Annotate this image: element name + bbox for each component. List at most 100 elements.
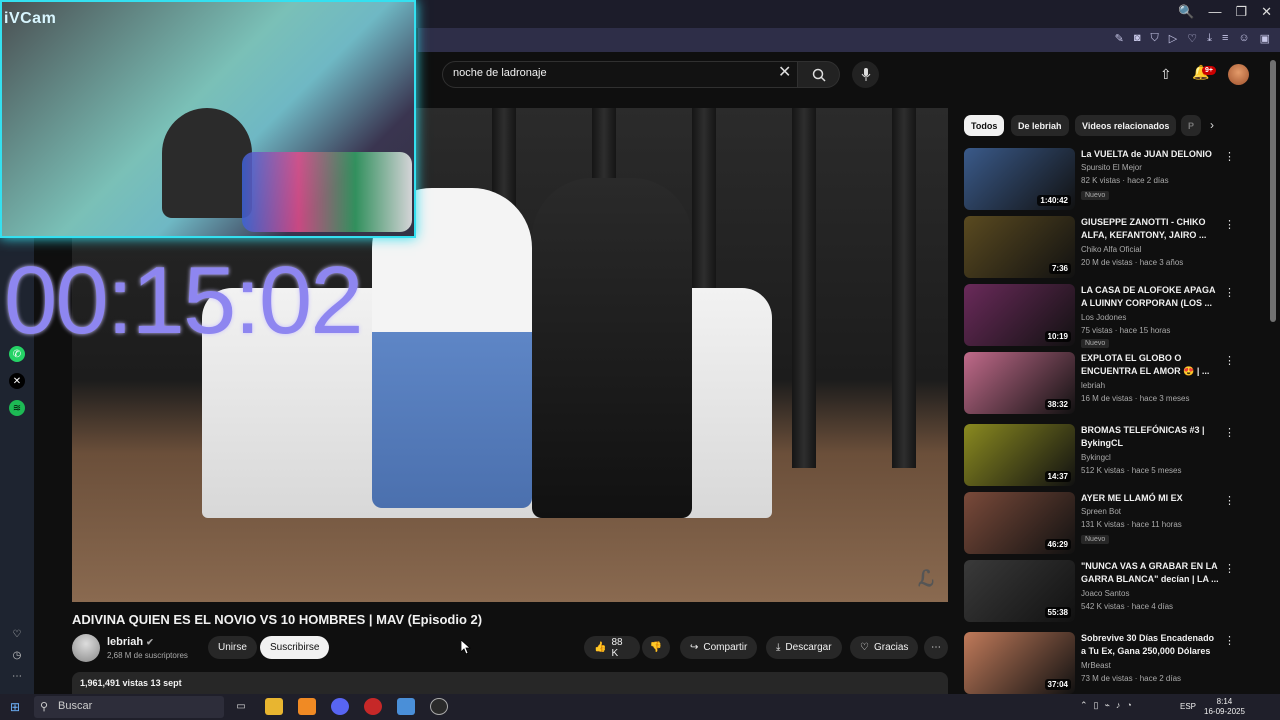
video-thumbnail[interactable]: 1:40:42 (964, 148, 1075, 210)
user-avatar[interactable] (1228, 64, 1249, 85)
search-icon[interactable]: 🔍 (1178, 4, 1194, 20)
taskbar-search[interactable]: Buscar (34, 696, 224, 718)
video-title[interactable]: AYER ME LLAMÓ MI EX (1081, 492, 1221, 505)
channel-name[interactable]: lebriah ✔ (107, 636, 154, 648)
more-icon[interactable]: ⋯ (9, 668, 25, 684)
streamer (162, 108, 252, 218)
subscribe-button[interactable]: Suscribirse (260, 636, 330, 659)
channel-name[interactable]: Spursito El Mejor (1081, 163, 1142, 172)
channel-name-text[interactable]: lebriah (107, 636, 143, 648)
file-explorer-icon[interactable] (265, 698, 283, 715)
search-button[interactable] (798, 61, 840, 88)
profile-icon[interactable]: ☺ (1238, 32, 1249, 45)
recommendation-item[interactable]: 37:04 Sobrevive 30 Días Encadenado a Tu E… (964, 632, 1264, 696)
video-thumbnail[interactable]: 55:38 (964, 560, 1075, 622)
subscriber-count: 2,68 M de suscriptores (107, 651, 188, 660)
video-title[interactable]: EXPLOTA EL GLOBO O ENCUENTRA EL AMOR 😍 |… (1081, 352, 1221, 378)
extension-icon[interactable]: ▣ (1260, 32, 1270, 45)
opera-icon[interactable] (364, 698, 382, 715)
channel-avatar[interactable] (72, 634, 100, 662)
dislike-button[interactable]: 👎 (642, 636, 670, 659)
channel-name[interactable]: lebriah (1081, 381, 1105, 390)
more-vert-icon[interactable]: ⋮ (1224, 562, 1235, 575)
more-vert-icon[interactable]: ⋮ (1224, 494, 1235, 507)
chip-from-channel[interactable]: De lebriah (1011, 115, 1069, 136)
spotify-icon[interactable]: ≋ (9, 400, 25, 416)
channel-name[interactable]: Joaco Santos (1081, 589, 1129, 598)
windows-start-icon[interactable]: ⊞ (10, 700, 20, 714)
chip-related[interactable]: Videos relacionados (1075, 115, 1177, 136)
video-duration: 14:37 (1044, 471, 1071, 482)
history-icon[interactable]: ◷ (9, 647, 25, 663)
language-indicator[interactable]: ESP (1180, 702, 1196, 711)
minimize-icon[interactable]: — (1208, 4, 1221, 20)
webcam-label: iVCam (4, 10, 57, 27)
channel-name[interactable]: Los Jodones (1081, 313, 1126, 322)
channel-name[interactable]: Chiko Alfa Oficial (1081, 245, 1141, 254)
upload-icon[interactable]: ⇧ (1160, 66, 1172, 83)
download-button[interactable]: ⤓ Descargar (766, 636, 842, 659)
more-vert-icon[interactable]: ⋮ (1224, 354, 1235, 367)
play-icon[interactable]: ▷ (1169, 32, 1177, 45)
more-vert-icon[interactable]: ⋮ (1224, 426, 1235, 439)
camera-icon[interactable]: ◙ (1134, 32, 1141, 45)
recommendation-item[interactable]: 38:32 EXPLOTA EL GLOBO O ENCUENTRA EL AMO… (964, 352, 1264, 416)
recommendation-item[interactable]: 10:19 LA CASA DE ALOFOKE APAGA A LUINNY C… (964, 284, 1264, 348)
app-icon[interactable] (397, 698, 415, 715)
channel-name[interactable]: MrBeast (1081, 661, 1111, 670)
voice-search-button[interactable] (852, 61, 879, 88)
video-thumbnail[interactable]: 14:37 (964, 424, 1075, 486)
x-icon[interactable]: ✕ (9, 373, 25, 389)
download-icon[interactable]: ⤓ (1207, 32, 1212, 45)
menu-icon[interactable]: ≡ (1222, 32, 1228, 45)
clear-icon[interactable]: ✕ (778, 62, 791, 82)
task-view-icon[interactable]: ▭ (232, 698, 250, 715)
recommendation-item[interactable]: 55:38 "NUNCA VAS A GRABAR EN LA GARRA BLA… (964, 560, 1264, 624)
like-button[interactable]: 👍 88 K (584, 636, 640, 659)
search-input[interactable]: noche de ladronaje (442, 61, 798, 88)
recommendation-item[interactable]: 7:36 GIUSEPPE ZANOTTI - CHIKO ALFA, KEFAN… (964, 216, 1264, 280)
chip-all[interactable]: Todos (964, 115, 1005, 136)
close-icon[interactable]: ✕ (1261, 4, 1272, 20)
channel-name[interactable]: Spreen Bot (1081, 507, 1121, 516)
more-vert-icon[interactable]: ⋮ (1224, 150, 1235, 163)
edit-icon[interactable]: ✎ (1115, 32, 1124, 45)
video-title[interactable]: "NUNCA VAS A GRABAR EN LA GARRA BLANCA" … (1081, 560, 1221, 586)
join-button[interactable]: Unirse (208, 636, 257, 659)
thanks-button[interactable]: ♡ Gracias (850, 636, 919, 659)
restore-icon[interactable]: ❐ (1235, 4, 1247, 20)
join-label: Unirse (218, 642, 247, 653)
video-thumbnail[interactable]: 37:04 (964, 632, 1075, 694)
video-title[interactable]: BROMAS TELEFÓNICAS #3 | BykingCL (1081, 424, 1221, 450)
more-vert-icon[interactable]: ⋮ (1224, 218, 1235, 231)
video-title[interactable]: La VUELTA de JUAN DELONIO (1081, 148, 1221, 161)
system-tray[interactable]: ⌃▯⌁♪◔ (1080, 700, 1138, 711)
video-thumbnail[interactable]: 46:29 (964, 492, 1075, 554)
description-box[interactable]: 1,961,491 vistas 13 sept (72, 672, 948, 694)
chevron-right-icon[interactable]: › (1210, 118, 1214, 132)
obs-icon[interactable] (430, 698, 448, 715)
share-button[interactable]: ↪ Compartir (680, 636, 758, 659)
vlc-icon[interactable] (298, 698, 316, 715)
recommendation-item[interactable]: 14:37 BROMAS TELEFÓNICAS #3 | BykingCL Byk… (964, 424, 1264, 488)
recommendation-item[interactable]: 46:29 AYER ME LLAMÓ MI EX Spreen Bot 131 K … (964, 492, 1264, 556)
download-label: Descargar (785, 642, 832, 653)
video-title[interactable]: Sobrevive 30 Días Encadenado a Tu Ex, Ga… (1081, 632, 1221, 658)
more-vert-icon[interactable]: ⋮ (1224, 286, 1235, 299)
channel-name[interactable]: Bykingcl (1081, 453, 1111, 462)
more-vert-icon[interactable]: ⋮ (1224, 634, 1235, 647)
video-thumbnail[interactable]: 10:19 (964, 284, 1075, 346)
video-title[interactable]: GIUSEPPE ZANOTTI - CHIKO ALFA, KEFANTONY… (1081, 216, 1221, 242)
clock[interactable]: 8:14 16-09-2025 (1204, 697, 1245, 717)
scrollbar[interactable] (1270, 60, 1276, 322)
recommendation-item[interactable]: 1:40:42 La VUELTA de JUAN DELONIO Spursito… (964, 148, 1264, 212)
video-thumbnail[interactable]: 38:32 (964, 352, 1075, 414)
discord-icon[interactable] (331, 698, 349, 715)
heart-icon[interactable]: ♡ (1187, 32, 1197, 45)
more-actions-button[interactable]: ⋯ (924, 636, 948, 659)
chip-more[interactable]: P (1181, 115, 1201, 136)
video-thumbnail[interactable]: 7:36 (964, 216, 1075, 278)
video-title[interactable]: LA CASA DE ALOFOKE APAGA A LUINNY CORPOR… (1081, 284, 1221, 310)
heart-icon[interactable]: ♡ (9, 626, 25, 642)
shield-icon[interactable]: ⛉ (1150, 32, 1158, 45)
